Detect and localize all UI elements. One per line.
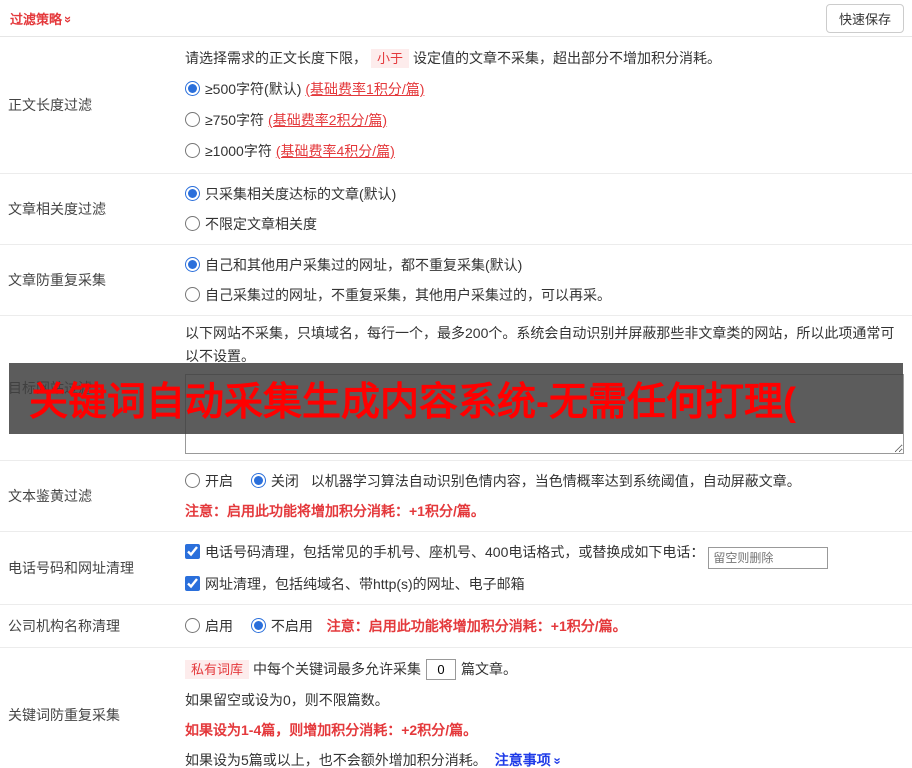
section-porn-filter: 文本鉴黄过滤 开启 关闭 以机器学习算法自动识别色情内容，当色情概率达到系统阈值… <box>0 461 912 532</box>
company-option-disable[interactable]: 不启用 <box>250 618 313 634</box>
section-content-keyword: 私有词库中每个关键词最多允许采集 篇文章。 如果留空或设为0，则不限篇数。 如果设… <box>185 648 912 768</box>
length-option-1000[interactable]: ≥1000字符 (基础费率4积分/篇) <box>185 136 902 167</box>
private-lexicon-badge: 私有词库 <box>185 660 250 679</box>
section-label-keyword: 关键词防重复采集 <box>8 707 120 723</box>
relevance-option-any-text: 不限定文章相关度 <box>205 216 317 232</box>
relevance-option-strict-text: 只采集相关度达标的文章(默认) <box>205 186 397 202</box>
url-cleanup-option[interactable]: 网址清理，包括纯域名、带http(s)的网址、电子邮箱 <box>185 576 525 592</box>
page-title[interactable]: 过滤策略» <box>10 9 76 28</box>
porn-options-line: 开启 关闭 以机器学习算法自动识别色情内容，当色情概率达到系统阈值，自动屏蔽文章… <box>185 466 902 496</box>
quick-save-button[interactable]: 快速保存 <box>825 3 904 33</box>
length-option-500[interactable]: ≥500字符(默认) (基础费率1积分/篇) <box>185 74 902 105</box>
notice-link[interactable]: 注意事项» <box>495 752 566 768</box>
url-cleanup-line: 网址清理，包括纯域名、带http(s)的网址、电子邮箱 <box>185 569 902 599</box>
length-option-500-fee: (基础费率1积分/篇) <box>305 81 425 97</box>
length-radio-500[interactable] <box>185 81 200 96</box>
relevance-option-strict[interactable]: 只采集相关度达标的文章(默认) <box>185 179 902 209</box>
dedup-radio-self-only[interactable] <box>185 287 200 302</box>
relevance-radio-any[interactable] <box>185 216 200 231</box>
section-label-porn: 文本鉴黄过滤 <box>8 488 92 504</box>
dedup-option-self-only[interactable]: 自己采集过的网址，不重复采集，其他用户采集过的，可以再采。 <box>185 280 902 310</box>
length-desc-pre: 请选择需求的正文长度下限， <box>185 50 367 66</box>
section-label-body-length: 正文长度过滤 <box>8 97 92 113</box>
length-option-750-fee: (基础费率2积分/篇) <box>268 112 388 128</box>
porn-option-on-text: 开启 <box>205 473 233 489</box>
section-content-company: 启用 不启用 注意：启用此功能将增加积分消耗：+1积分/篇。 <box>185 605 912 647</box>
dedup-option-all-users-text: 自己和其他用户采集过的网址，都不重复采集(默认) <box>205 257 523 273</box>
phone-cleanup-checkbox[interactable] <box>185 544 200 559</box>
section-label-dedup: 文章防重复采集 <box>8 272 106 288</box>
length-option-750-text: ≥750字符 <box>205 112 265 128</box>
section-content-body-length: 请选择需求的正文长度下限， 小于 设定值的文章不采集，超出部分不增加积分消耗。 ≥5… <box>185 37 912 173</box>
url-cleanup-checkbox[interactable] <box>185 576 200 591</box>
porn-cost-note: 注意：启用此功能将增加积分消耗：+1积分/篇。 <box>185 503 485 519</box>
company-option-enable[interactable]: 启用 <box>185 618 233 634</box>
dedup-option-self-only-text: 自己采集过的网址，不重复采集，其他用户采集过的，可以再采。 <box>205 287 611 303</box>
section-keyword-dedup: 关键词防重复采集 私有词库中每个关键词最多允许采集 篇文章。 如果留空或设为0，则… <box>0 648 912 768</box>
header-bar: 过滤策略» 快速保存 <box>0 0 912 37</box>
porn-option-on[interactable]: 开启 <box>185 473 233 489</box>
target-site-description: 以下网站不采集，只填域名，每行一个，最多200个。系统会自动识别并屏蔽那些非文章… <box>185 325 895 364</box>
section-article-dedup: 文章防重复采集 自己和其他用户采集过的网址，都不重复采集(默认) 自己采集过的网… <box>0 245 912 316</box>
phone-cleanup-line: 电话号码清理，包括常见的手机号、座机号、400电话格式，或替换成如下电话： <box>185 537 902 569</box>
less-than-badge: 小于 <box>371 49 410 68</box>
section-company-cleanup: 公司机构名称清理 启用 不启用 注意：启用此功能将增加积分消耗：+1积分/篇。 <box>0 605 912 648</box>
length-desc-post: 设定值的文章不采集，超出部分不增加积分消耗。 <box>413 50 722 66</box>
replacement-phone-input[interactable] <box>708 547 829 569</box>
watermark-overlay-banner: 关键词自动采集生成内容系统-无需任何打理( <box>9 363 903 434</box>
url-cleanup-text: 网址清理，包括纯域名、带http(s)的网址、电子邮箱 <box>205 576 525 592</box>
porn-radio-off[interactable] <box>250 473 266 488</box>
length-radio-1000[interactable] <box>185 143 200 158</box>
length-option-1000-text: ≥1000字符 <box>205 143 272 159</box>
company-radio-disable[interactable] <box>250 618 266 633</box>
dedup-option-all-users[interactable]: 自己和其他用户采集过的网址，都不重复采集(默认) <box>185 250 902 280</box>
relevance-radio-strict[interactable] <box>185 186 200 201</box>
phone-cleanup-text: 电话号码清理，包括常见的手机号、座机号、400电话格式，或替换成如下电话： <box>205 544 705 560</box>
keyword-limit-text: 中每个关键词最多允许采集 <box>253 661 422 677</box>
keyword-note-5plus-text: 如果设为5篇或以上，也不会额外增加积分消耗。 <box>185 752 487 768</box>
keyword-note-5plus-line: 如果设为5篇或以上，也不会额外增加积分消耗。 注意事项» <box>185 745 902 768</box>
company-option-disable-text: 不启用 <box>270 618 313 634</box>
company-radio-enable[interactable] <box>185 618 200 633</box>
company-cost-note: 注意：启用此功能将增加积分消耗：+1积分/篇。 <box>326 618 627 634</box>
keyword-limit-line: 私有词库中每个关键词最多允许采集 篇文章。 <box>185 654 902 685</box>
section-relevance-filter: 文章相关度过滤 只采集相关度达标的文章(默认) 不限定文章相关度 <box>0 174 912 245</box>
section-phone-url-cleanup: 电话号码和网址清理 电话号码清理，包括常见的手机号、座机号、400电话格式，或替… <box>0 532 912 605</box>
company-options-line: 启用 不启用 注意：启用此功能将增加积分消耗：+1积分/篇。 <box>185 611 902 641</box>
company-option-enable-text: 启用 <box>205 618 233 634</box>
keyword-note-1-4: 如果设为1-4篇，则增加积分消耗：+2积分/篇。 <box>185 722 478 738</box>
chevron-double-down-icon: » <box>550 757 566 765</box>
section-content-relevance: 只采集相关度达标的文章(默认) 不限定文章相关度 <box>185 174 912 244</box>
porn-description: 以机器学习算法自动识别色情内容，当色情概率达到系统阈值，自动屏蔽文章。 <box>310 473 801 489</box>
porn-option-off[interactable]: 关闭 <box>250 473 299 489</box>
phone-cleanup-option[interactable]: 电话号码清理，包括常见的手机号、座机号、400电话格式，或替换成如下电话： <box>185 544 704 560</box>
section-label-company: 公司机构名称清理 <box>8 618 120 634</box>
keyword-limit-input[interactable] <box>426 659 457 680</box>
relevance-option-any[interactable]: 不限定文章相关度 <box>185 209 902 239</box>
keyword-note-zero: 如果留空或设为0，则不限篇数。 <box>185 692 389 708</box>
watermark-text: 关键词自动采集生成内容系统-无需任何打理( <box>29 380 796 424</box>
keyword-limit-suffix: 篇文章。 <box>461 661 518 677</box>
length-option-1000-fee: (基础费率4积分/篇) <box>275 143 395 159</box>
filter-strategy-page: 过滤策略» 快速保存 正文长度过滤 请选择需求的正文长度下限， 小于 设定值的文章不… <box>0 0 912 768</box>
porn-option-off-text: 关闭 <box>270 473 299 489</box>
section-label-phone-url: 电话号码和网址清理 <box>8 560 134 576</box>
section-label-relevance: 文章相关度过滤 <box>8 201 106 217</box>
page-title-text: 过滤策略 <box>10 11 63 27</box>
section-body-length-filter: 正文长度过滤 请选择需求的正文长度下限， 小于 设定值的文章不采集，超出部分不增加积… <box>0 37 912 174</box>
section-content-phone-url: 电话号码清理，包括常见的手机号、座机号、400电话格式，或替换成如下电话： 网址… <box>185 532 912 604</box>
length-option-750[interactable]: ≥750字符 (基础费率2积分/篇) <box>185 105 902 136</box>
section-content-dedup: 自己和其他用户采集过的网址，都不重复采集(默认) 自己采集过的网址，不重复采集，… <box>185 245 912 315</box>
chevron-double-down-icon: » <box>61 15 77 23</box>
length-radio-750[interactable] <box>185 112 200 127</box>
dedup-radio-all-users[interactable] <box>185 257 200 272</box>
porn-radio-on[interactable] <box>185 473 200 488</box>
length-option-500-text: ≥500字符(默认) <box>205 81 302 97</box>
section-content-porn: 开启 关闭 以机器学习算法自动识别色情内容，当色情概率达到系统阈值，自动屏蔽文章… <box>185 461 912 531</box>
length-description: 请选择需求的正文长度下限， 小于 设定值的文章不采集，超出部分不增加积分消耗。 <box>185 43 902 74</box>
